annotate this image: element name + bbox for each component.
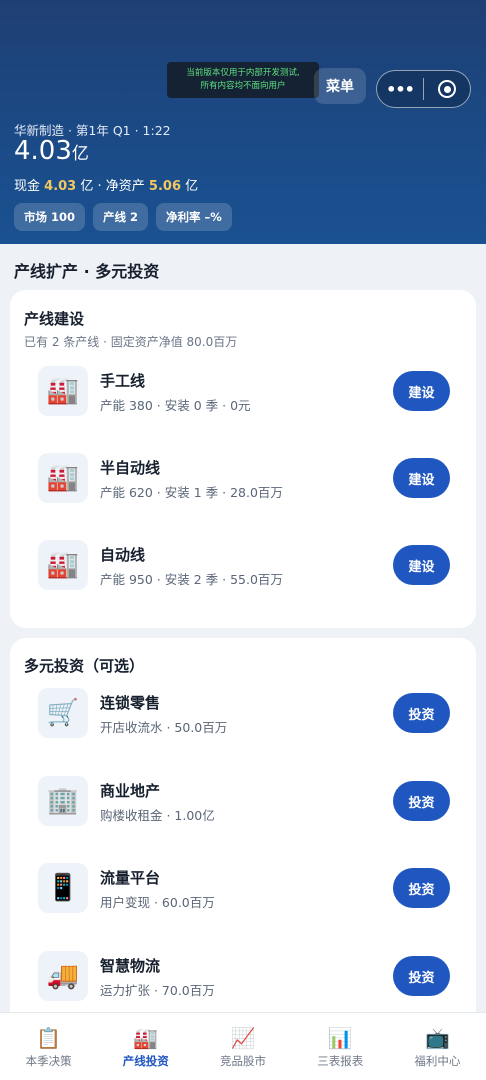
tab-welfare-center[interactable]: 📺 福利中心 — [389, 1013, 486, 1080]
bottom-tab-bar: 📋 本季决策 🏭 产线投资 📈 竞品股市 📊 三表报表 📺 福利中心 — [0, 1012, 486, 1080]
tab-label: 三表报表 — [317, 1054, 364, 1068]
tab-competitor-stocks[interactable]: 📈 竞品股市 — [194, 1013, 291, 1080]
delivery-truck-icon: 🚚 — [38, 951, 88, 1001]
production-card: 产线建设 已有 2 条产线 · 固定资产净值 80.0百万 🏭 手工线 产能 3… — [10, 290, 476, 628]
line-item-desc: 产能 380 · 安装 0 季 · 0元 — [100, 398, 251, 413]
chip-lines: 产线 2 — [93, 203, 149, 231]
invest-button[interactable]: 投资 — [393, 693, 450, 733]
factory-icon: 🏭 — [38, 453, 88, 503]
invest-button[interactable]: 投资 — [393, 781, 450, 821]
chip-net-margin: 净利率 –% — [156, 203, 232, 231]
dev-notice-line2: 所有内容均不面向用户 — [200, 81, 286, 91]
chip-market: 市场 100 — [14, 203, 86, 231]
invest-item-desc: 开店收流水 · 50.0百万 — [100, 720, 228, 735]
production-card-subtitle: 已有 2 条产线 · 固定资产净值 80.0百万 — [24, 335, 238, 349]
more-icon[interactable]: ••• — [377, 80, 423, 99]
television-icon: 📺 — [424, 1026, 450, 1050]
chart-up-icon: 📈 — [230, 1026, 256, 1050]
page-title: 产线扩产 · 多元投资 — [14, 262, 160, 281]
invest-item-name: 商业地产 — [100, 782, 161, 800]
dev-notice: 当前版本仅用于内部开发测试, 所有内容均不面向用户 — [167, 62, 319, 98]
invest-item-desc: 购楼收租金 · 1.00亿 — [100, 808, 215, 823]
net-assets-unit: 亿 — [185, 179, 199, 194]
miniprogram-capsule: ••• — [376, 70, 471, 108]
header: 当前版本仅用于内部开发测试, 所有内容均不面向用户 菜单 ••• 华新制造 · … — [0, 0, 486, 244]
bar-chart-icon: 📊 — [327, 1026, 353, 1050]
production-card-title: 产线建设 — [24, 310, 85, 328]
office-building-icon: 🏢 — [38, 776, 88, 826]
cash-label: 现金 — [14, 179, 41, 194]
build-button[interactable]: 建设 — [393, 545, 450, 585]
line-item-name: 手工线 — [100, 372, 146, 390]
line-item-auto: 🏭 自动线 产能 950 · 安装 2 季 · 55.0百万 建设 — [38, 540, 450, 592]
invest-item-retail: 🛒 连锁零售 开店收流水 · 50.0百万 投资 — [38, 688, 450, 740]
dev-notice-line1: 当前版本仅用于内部开发测试, — [186, 68, 300, 78]
line-item-desc: 产能 950 · 安装 2 季 · 55.0百万 — [100, 572, 283, 587]
investment-card-title: 多元投资（可选） — [24, 657, 145, 675]
invest-item-desc: 用户变现 · 60.0百万 — [100, 895, 215, 910]
invest-button[interactable]: 投资 — [393, 868, 450, 908]
factory-icon: 🏭 — [38, 366, 88, 416]
factory-icon: 🏭 — [38, 540, 88, 590]
cash-unit: 亿 · 净资产 — [80, 179, 145, 194]
line-item-manual: 🏭 手工线 产能 380 · 安装 0 季 · 0元 建设 — [38, 366, 450, 418]
cash-value: 4.03 — [44, 179, 77, 194]
clipboard-icon: 📋 — [36, 1026, 62, 1050]
tab-label: 本季决策 — [25, 1054, 72, 1068]
mobile-phone-icon: 📱 — [38, 863, 88, 913]
tab-production-investment[interactable]: 🏭 产线投资 — [97, 1013, 194, 1080]
build-button[interactable]: 建设 — [393, 371, 450, 411]
shopping-cart-icon: 🛒 — [38, 688, 88, 738]
invest-item-name: 连锁零售 — [100, 694, 161, 712]
tab-label: 竞品股市 — [220, 1054, 266, 1068]
cash-net-assets: 现金 4.03 亿 · 净资产 5.06 亿 — [14, 175, 198, 194]
total-value: 4.03亿 — [14, 136, 89, 166]
invest-item-logistics: 🚚 智慧物流 运力扩张 · 70.0百万 投资 — [38, 951, 450, 1003]
tab-label: 产线投资 — [122, 1054, 169, 1068]
build-button[interactable]: 建设 — [393, 458, 450, 498]
invest-item-name: 智慧物流 — [100, 957, 161, 975]
tab-financial-statements[interactable]: 📊 三表报表 — [292, 1013, 389, 1080]
invest-item-desc: 运力扩张 · 70.0百万 — [100, 983, 215, 998]
line-item-desc: 产能 620 · 安装 1 季 · 28.0百万 — [100, 485, 283, 500]
factory-icon: 🏭 — [133, 1026, 159, 1050]
menu-button[interactable]: 菜单 — [314, 68, 366, 104]
stat-chips: 市场 100 产线 2 净利率 –% — [14, 203, 232, 231]
invest-item-real-estate: 🏢 商业地产 购楼收租金 · 1.00亿 投资 — [38, 776, 450, 828]
line-item-name: 自动线 — [100, 546, 146, 564]
investment-card: 多元投资（可选） 🛒 连锁零售 开店收流水 · 50.0百万 投资 🏢 商业地产… — [10, 638, 476, 1028]
tab-label: 福利中心 — [414, 1054, 461, 1068]
invest-button[interactable]: 投资 — [393, 956, 450, 996]
total-value-unit: 亿 — [71, 144, 89, 164]
invest-item-platform: 📱 流量平台 用户变现 · 60.0百万 投资 — [38, 863, 450, 915]
tab-quarter-decision[interactable]: 📋 本季决策 — [0, 1013, 97, 1080]
invest-item-name: 流量平台 — [100, 869, 161, 887]
net-assets-value: 5.06 — [148, 179, 181, 194]
total-value-number: 4.03 — [14, 136, 72, 166]
line-item-name: 半自动线 — [100, 459, 161, 477]
close-miniprogram-icon[interactable] — [424, 80, 470, 98]
line-item-semiauto: 🏭 半自动线 产能 620 · 安装 1 季 · 28.0百万 建设 — [38, 453, 450, 505]
